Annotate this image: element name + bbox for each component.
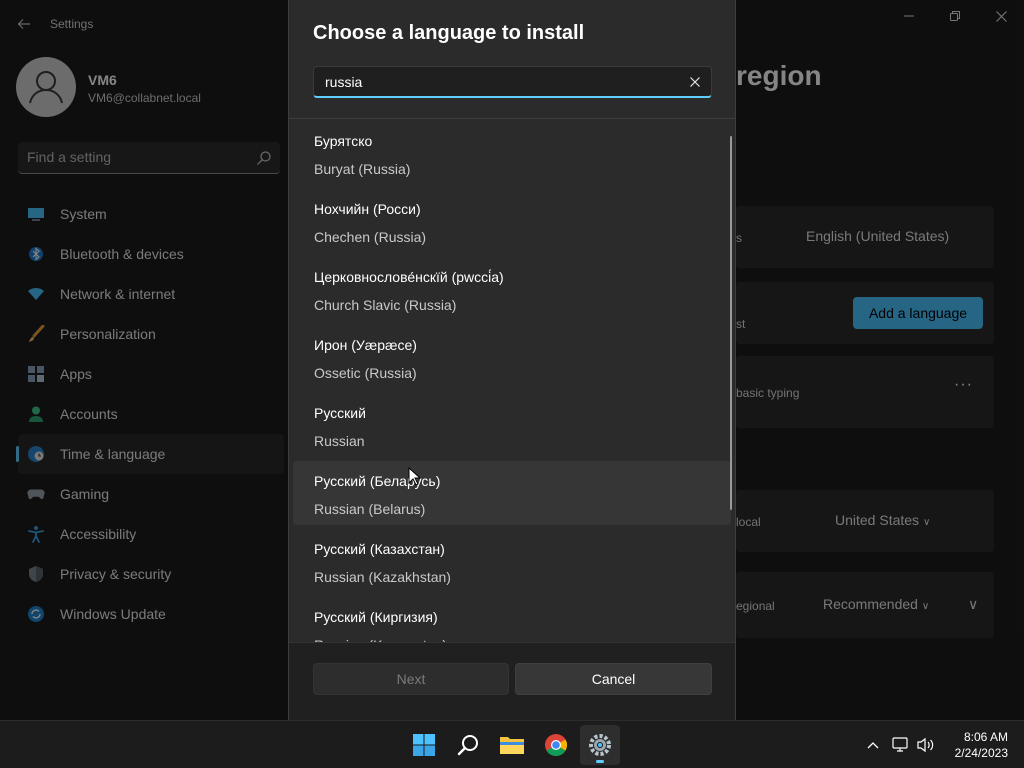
language-english-name: Russian (Kazakhstan) [314,569,451,585]
language-option[interactable]: Русский (Казахстан) Russian (Kazakhstan) [293,529,731,593]
settings-gear-icon [589,734,611,756]
volume-icon [917,737,934,753]
clear-search-button[interactable] [687,74,703,90]
start-button[interactable] [404,725,444,765]
language-list[interactable]: Русский (Киргизия)Russian (Kyrgyzstan)Ру… [289,119,735,642]
language-option[interactable]: Ирон (Уæрæсе) Ossetic (Russia) [293,325,731,389]
dialog-footer: Next Cancel [289,642,735,720]
language-native-name: Нохчийн (Росси) [314,201,421,217]
active-app-indicator [596,760,604,763]
language-native-name: Русский (Киргизия) [314,609,438,625]
language-option[interactable]: Русский (Киргизия)Russian (Kyrgyzstan) [293,597,731,642]
cancel-button[interactable]: Cancel [515,663,712,695]
language-option[interactable]: Нохчийн (Росси) Chechen (Russia) [293,189,731,253]
language-option[interactable]: Бурятско Buryat (Russia) [293,121,731,185]
mouse-pointer-icon [408,467,422,486]
language-picker-dialog: Choose a language to install Русский (Ки… [288,0,736,720]
language-english-name: Chechen (Russia) [314,229,427,245]
taskbar: 8:06 AM 2/24/2023 [0,720,1024,768]
settings-app-button[interactable] [580,725,620,765]
language-english-name: Buryat (Russia) [314,161,411,177]
volume-status[interactable] [915,734,937,756]
language-option[interactable]: Русский (Беларусь) Russian (Belarus) [293,461,731,525]
file-explorer-button[interactable] [492,725,532,765]
clock-time: 8:06 AM [963,730,1008,744]
show-hidden-icons-button[interactable] [862,734,884,756]
start-icon [413,734,435,756]
language-native-name: Церковнослове́нскїй (рwссі́а) [314,269,504,285]
language-native-name: Русский [314,405,366,421]
language-native-name: Бурятско [314,133,373,149]
list-scrollbar[interactable] [730,136,732,510]
language-english-name: Ossetic (Russia) [314,365,417,381]
clear-icon [690,77,700,87]
language-native-name: Русский (Казахстан) [314,541,445,557]
chrome-button[interactable] [536,725,576,765]
language-search-input[interactable] [314,67,674,96]
network-icon [892,737,908,752]
language-english-name: Russian (Belarus) [314,501,426,517]
language-english-name: Church Slavic (Russia) [314,297,457,313]
next-button[interactable]: Next [313,663,509,695]
chevron-up-icon [867,742,879,749]
language-option[interactable]: Церковнослове́нскїй (рwссі́а) Church Slav… [293,257,731,321]
language-option[interactable]: Русский Russian [293,393,731,457]
dialog-title: Choose a language to install [313,22,585,44]
search-icon [457,735,478,756]
language-native-name: Ирон (Уæрæсе) [314,337,417,353]
network-status[interactable] [890,734,912,756]
system-clock[interactable]: 8:06 AM 2/24/2023 [944,729,1008,761]
clock-date: 2/24/2023 [954,746,1008,760]
file-explorer-icon [500,737,524,754]
language-search-box[interactable] [313,66,712,98]
chrome-icon [545,734,567,756]
language-english-name: Russian [314,433,365,449]
taskbar-search-button[interactable] [448,725,488,765]
